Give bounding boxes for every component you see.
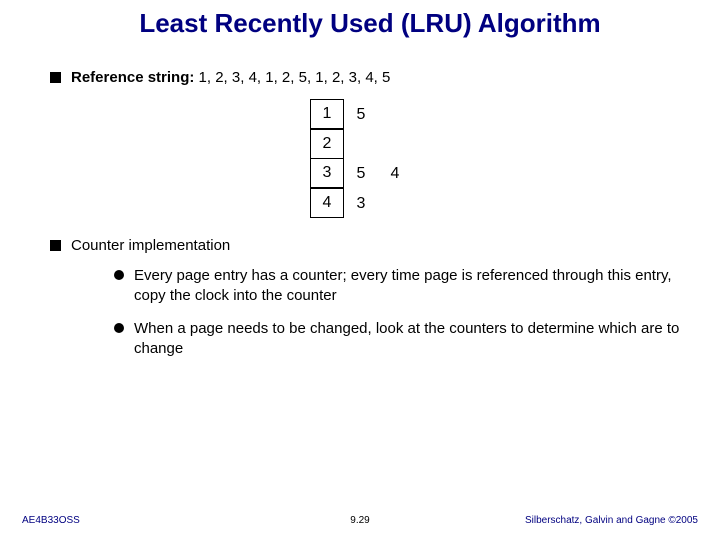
sub-bullet-text: When a page needs to be changed, look at… <box>134 319 680 358</box>
frame-row: 4 3 <box>310 189 680 219</box>
page-title: Least Recently Used (LRU) Algorithm <box>0 0 720 39</box>
frame-cell: 1 <box>310 99 344 129</box>
footer: AE4B33OSS 9.29 Silberschatz, Galvin and … <box>0 515 720 526</box>
counter-impl-line: Counter implementation <box>50 237 680 254</box>
footer-left: AE4B33OSS <box>22 515 80 526</box>
ref-string-label: Reference string: <box>71 69 194 86</box>
reference-string-line: Reference string: 1, 2, 3, 4, 1, 2, 5, 1… <box>50 69 680 86</box>
sub-bullet-item: Every page entry has a counter; every ti… <box>114 266 680 305</box>
frame-cell: 3 <box>344 189 378 219</box>
sub-bullet-item: When a page needs to be changed, look at… <box>114 319 680 358</box>
reference-string-text: Reference string: 1, 2, 3, 4, 1, 2, 5, 1… <box>71 69 390 86</box>
frame-row: 2 <box>310 130 680 159</box>
frame-cell: 5 <box>344 100 378 130</box>
circle-bullet-icon <box>114 270 124 280</box>
circle-bullet-icon <box>114 323 124 333</box>
square-bullet-icon <box>50 240 61 251</box>
frame-cell: 5 <box>344 159 378 189</box>
footer-right: Silberschatz, Galvin and Gagne ©2005 <box>525 515 698 526</box>
frame-cell: 4 <box>378 159 412 189</box>
sub-bullets: Every page entry has a counter; every ti… <box>114 266 680 358</box>
frame-row: 1 5 <box>310 100 680 130</box>
ref-string-value: 1, 2, 3, 4, 1, 2, 5, 1, 2, 3, 4, 5 <box>194 69 390 86</box>
footer-center: 9.29 <box>350 515 369 526</box>
frame-cell: 2 <box>310 129 344 159</box>
sub-bullet-text: Every page entry has a counter; every ti… <box>134 266 680 305</box>
frames-diagram: 1 5 2 3 5 4 4 3 <box>310 100 680 219</box>
frame-cell: 4 <box>310 188 344 218</box>
content-area: Reference string: 1, 2, 3, 4, 1, 2, 5, 1… <box>0 39 720 358</box>
frame-cell: 3 <box>310 158 344 188</box>
frame-row: 3 5 4 <box>310 159 680 189</box>
square-bullet-icon <box>50 72 61 83</box>
counter-impl-text: Counter implementation <box>71 237 230 254</box>
